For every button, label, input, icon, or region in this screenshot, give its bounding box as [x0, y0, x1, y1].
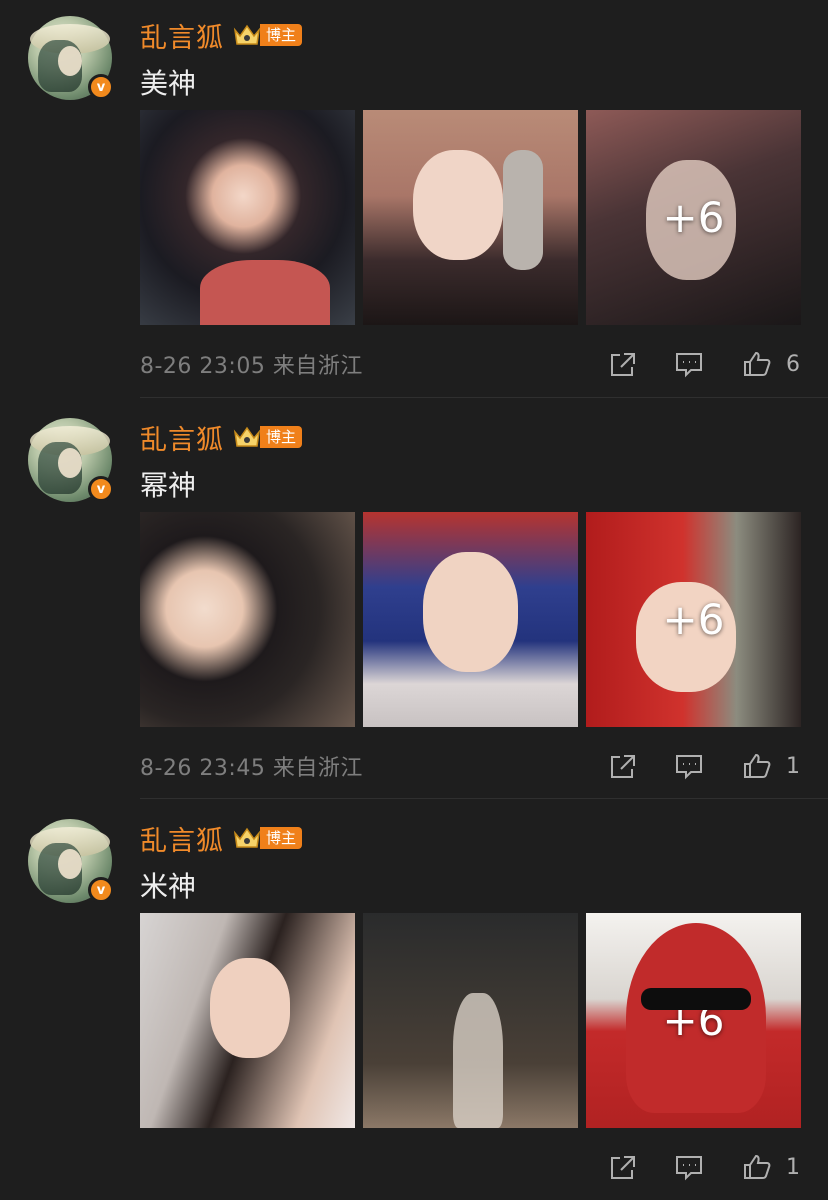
- more-images-count: +6: [662, 996, 725, 1045]
- avatar[interactable]: v: [28, 418, 114, 502]
- post-image[interactable]: +6: [586, 512, 801, 727]
- share-icon: [611, 353, 635, 376]
- like-icon: [744, 753, 771, 778]
- like-icon: [744, 1154, 771, 1179]
- post-image[interactable]: +6: [586, 110, 801, 325]
- post-text: 幂神: [140, 469, 197, 502]
- divider: [140, 798, 828, 799]
- verified-icon: v: [88, 74, 114, 100]
- blogger-badge: 博主: [232, 424, 303, 450]
- post-card: v 乱言狐 博主 美神 +6 8-26 23:05 来自浙江 6: [0, 0, 828, 400]
- badge-label: 博主: [260, 24, 303, 46]
- like-count: 1: [786, 753, 800, 779]
- crown-icon: [232, 424, 262, 450]
- blogger-badge: 博主: [232, 22, 303, 48]
- blogger-badge: 博主: [232, 825, 303, 851]
- post-image[interactable]: +6: [586, 913, 801, 1128]
- comment-icon: [676, 755, 702, 780]
- post-meta: 1: [140, 1153, 800, 1181]
- post-card: v 乱言狐 博主 幂神 +6 8-26 23:45 来自浙江 1: [0, 402, 828, 802]
- badge-label: 博主: [260, 827, 303, 849]
- crown-icon: [232, 825, 262, 851]
- post-image[interactable]: [363, 512, 578, 727]
- share-icon: [611, 755, 635, 778]
- crown-icon: [232, 22, 262, 48]
- post-text: 米神: [140, 870, 197, 903]
- image-grid: +6: [140, 512, 801, 727]
- image-grid: +6: [140, 913, 801, 1128]
- comment-icon: [676, 1156, 702, 1181]
- username[interactable]: 乱言狐: [140, 418, 224, 457]
- timestamp: 8-26 23:45 来自浙江: [140, 756, 363, 781]
- post-text: 美神: [140, 67, 197, 100]
- verified-icon: v: [88, 476, 114, 502]
- username[interactable]: 乱言狐: [140, 16, 224, 55]
- post-meta: 8-26 23:05 来自浙江 6: [140, 350, 800, 380]
- share-button[interactable]: [608, 1153, 638, 1181]
- verified-icon: v: [88, 877, 114, 903]
- post-image[interactable]: [140, 913, 355, 1128]
- more-images-count: +6: [662, 193, 725, 242]
- comment-icon: [676, 353, 702, 378]
- comment-button[interactable]: [674, 1153, 704, 1181]
- comment-button[interactable]: [674, 752, 704, 780]
- comment-button[interactable]: [674, 350, 704, 378]
- avatar[interactable]: v: [28, 16, 114, 100]
- image-grid: +6: [140, 110, 801, 325]
- post-card: v 乱言狐 博主 米神 +6 1: [0, 803, 828, 1200]
- share-icon: [611, 1156, 635, 1179]
- like-button[interactable]: 1: [742, 752, 800, 780]
- divider: [140, 397, 828, 398]
- share-button[interactable]: [608, 752, 638, 780]
- post-image[interactable]: [140, 512, 355, 727]
- more-images-count: +6: [662, 595, 725, 644]
- like-button[interactable]: 6: [742, 350, 800, 378]
- badge-label: 博主: [260, 426, 303, 448]
- post-meta: 8-26 23:45 来自浙江 1: [140, 752, 800, 782]
- avatar[interactable]: v: [28, 819, 114, 903]
- like-count: 1: [786, 1154, 800, 1180]
- timestamp: 8-26 23:05 来自浙江: [140, 354, 363, 379]
- post-image[interactable]: [363, 913, 578, 1128]
- share-button[interactable]: [608, 350, 638, 378]
- like-icon: [744, 351, 771, 376]
- post-image[interactable]: [140, 110, 355, 325]
- post-image[interactable]: [363, 110, 578, 325]
- like-count: 6: [786, 351, 800, 377]
- username[interactable]: 乱言狐: [140, 819, 224, 858]
- like-button[interactable]: 1: [742, 1153, 800, 1181]
